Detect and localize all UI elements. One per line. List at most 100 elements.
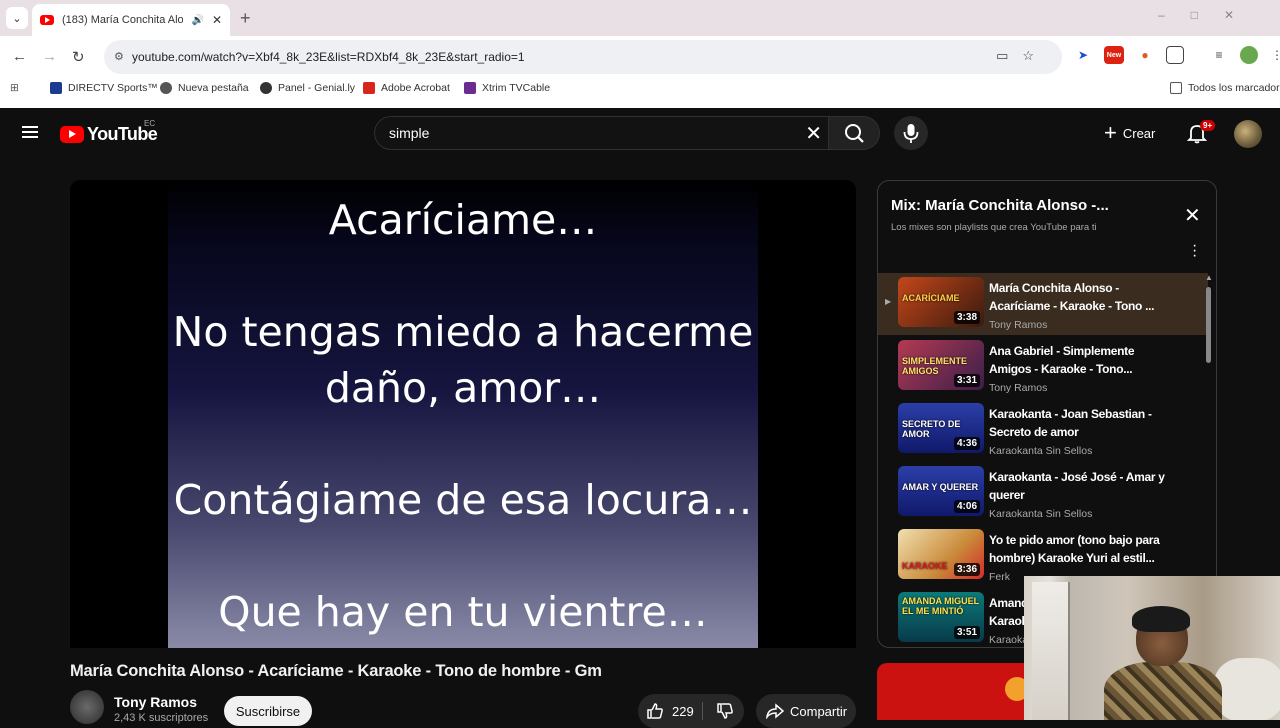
subscribe-button[interactable]: Suscribirse — [224, 696, 312, 726]
webcam-overlay — [1024, 576, 1280, 720]
bookmark-xtrim[interactable]: Xtrim TVCable — [464, 82, 550, 94]
scrollbar-thumb[interactable] — [1206, 287, 1211, 363]
bookmark-genially[interactable]: Panel - Genial.ly — [260, 82, 355, 94]
item-channel: Karaokanta Sin Sellos — [989, 508, 1093, 520]
more-options-icon[interactable]: · · · — [1192, 238, 1197, 264]
channel-name[interactable]: Tony Ramos — [114, 694, 197, 710]
bookmark-label: Adobe Acrobat — [381, 82, 450, 94]
acrobat-icon — [363, 82, 375, 94]
playlist-item[interactable]: SIMPLEMENTE AMIGOS 3:31 Ana Gabriel - Si… — [878, 336, 1208, 398]
karaoke-slide: Acaríciame… No tengas miedo a hacerme da… — [168, 180, 758, 648]
omnibox-actions[interactable]: ▭☆ — [996, 48, 1048, 64]
thumbs-down-icon[interactable] — [716, 702, 734, 720]
duration-badge: 3:51 — [953, 626, 980, 639]
webcam-window-frame — [1032, 582, 1070, 720]
video-thumbnail[interactable]: ACARÍCIAME 3:38 — [898, 277, 984, 327]
item-title: Yo te pido amor (tono bajo para hombre) … — [989, 533, 1160, 565]
thumbnail-text: ACARÍCIAME — [902, 293, 960, 303]
playlist-item[interactable]: AMAR Y QUERER 4:06 Karaokanta - José Jos… — [878, 462, 1208, 524]
like-dislike-group: 229 — [638, 694, 744, 728]
thumbs-up-icon[interactable] — [646, 702, 664, 720]
address-bar[interactable]: ⚙ youtube.com/watch?v=Xbf4_8k_23E&list=R… — [104, 40, 1062, 74]
webcam-person-cap — [1132, 606, 1190, 632]
all-bookmarks[interactable]: Todos los marcadores — [1170, 82, 1280, 94]
video-thumbnail[interactable]: SECRETO DE AMOR 4:36 — [898, 403, 984, 453]
lyric-line: Acaríciame… — [328, 196, 598, 244]
item-title: Ana Gabriel - Simplemente Amigos - Karao… — [989, 344, 1135, 376]
playlist-title[interactable]: Mix: María Conchita Alonso -... — [891, 197, 1109, 214]
tab-close-icon[interactable]: ✕ — [212, 13, 222, 27]
like-count[interactable]: 229 — [672, 704, 694, 719]
menu-hamburger-icon[interactable] — [22, 126, 38, 138]
share-arrow-icon — [766, 703, 784, 719]
plus-icon: + — [1104, 120, 1117, 145]
video-player[interactable]: Acaríciame… No tengas miedo a hacerme da… — [70, 180, 856, 648]
browser-menu-icon[interactable]: ⋮ — [1268, 46, 1280, 64]
apps-grid-icon[interactable]: ⊞ — [10, 82, 19, 94]
share-label: Compartir — [790, 703, 848, 719]
video-thumbnail[interactable]: SIMPLEMENTE AMIGOS 3:31 — [898, 340, 984, 390]
video-thumbnail[interactable]: AMANDA MIGUEL EL ME MINTIÓ 3:51 — [898, 592, 984, 642]
search-input[interactable]: simple ✕ — [374, 116, 828, 150]
back-arrow-icon[interactable]: ← — [12, 48, 27, 65]
chrome-divider — [0, 100, 1280, 108]
reload-icon[interactable]: ↻ — [72, 48, 85, 66]
voice-search-button[interactable] — [894, 116, 928, 150]
bookmark-directv[interactable]: DIRECTV Sports™ — [50, 82, 158, 94]
channel-avatar[interactable] — [70, 690, 104, 724]
promo-card[interactable] — [877, 663, 1037, 720]
item-title: Karaokanta - José José - Amar y querer — [989, 470, 1165, 502]
media-control-icon[interactable]: ≡ — [1210, 46, 1228, 64]
video-thumbnail[interactable]: KARAOKE 3:36 — [898, 529, 984, 579]
close-playlist-icon[interactable]: ✕ — [1184, 203, 1201, 228]
lyric-line: Contágiame de esa locura… — [173, 476, 753, 524]
bookmark-nueva-pestana[interactable]: Nueva pestaña — [160, 82, 249, 94]
item-channel: Tony Ramos — [989, 319, 1048, 331]
youtube-logo[interactable]: YouTube EC — [60, 119, 158, 145]
youtube-play-logo-icon — [60, 126, 84, 143]
folder-icon — [1170, 82, 1182, 94]
item-title: Karaokanta - Joan Sebastian - Secreto de… — [989, 407, 1152, 439]
profile-avatar-icon[interactable] — [1240, 46, 1258, 64]
item-channel: Ferk — [989, 571, 1010, 583]
extensions-puzzle-icon[interactable] — [1166, 46, 1184, 64]
browser-tab-active[interactable]: (183) María Conchita Alonso 🔊 ✕ — [32, 4, 230, 36]
account-avatar[interactable] — [1234, 120, 1262, 148]
thumbnail-text: SECRETO DE AMOR — [902, 419, 961, 439]
webcam-person-body — [1104, 662, 1222, 720]
webcam-background-object — [1214, 658, 1280, 720]
now-playing-icon: ▶ — [885, 297, 892, 306]
duration-badge: 3:38 — [953, 311, 980, 324]
window-controls[interactable]: –□✕ — [1158, 8, 1260, 22]
thumbnail-text: SIMPLEMENTE AMIGOS — [902, 356, 968, 376]
extension-flame-icon[interactable]: ● — [1136, 46, 1154, 64]
item-channel: Karaokanta Sin Sellos — [989, 445, 1093, 457]
playlist-subtitle: Los mixes son playlists que crea YouTube… — [891, 222, 1097, 233]
search-button[interactable] — [828, 116, 880, 150]
create-button[interactable]: + Crear — [1104, 116, 1168, 150]
speaker-icon[interactable]: 🔊 — [191, 15, 203, 26]
youtube-header: YouTube EC simple ✕ + Crear — [0, 108, 1280, 160]
site-info-icon[interactable]: ⚙ — [114, 50, 124, 63]
extension-new-icon[interactable]: New — [1104, 46, 1124, 64]
scroll-up-icon[interactable]: ▲ — [1205, 273, 1213, 282]
playlist-item[interactable]: SECRETO DE AMOR 4:36 Karaokanta - Joan S… — [878, 399, 1208, 461]
duration-badge: 3:31 — [953, 374, 980, 387]
bookmark-label: Xtrim TVCable — [482, 82, 551, 94]
search-icon — [845, 124, 864, 143]
playlist-item[interactable]: ▶ ACARÍCIAME 3:38 María Conchita Alonso … — [878, 273, 1208, 335]
tab-search-dropdown[interactable]: ⌄ — [6, 7, 28, 29]
lyric-line: No tengas miedo a hacerme — [172, 308, 754, 356]
thumbnail-text: AMANDA MIGUEL EL ME MINTIÓ — [902, 596, 979, 616]
bookmark-adobe-acrobat[interactable]: Adobe Acrobat — [363, 82, 450, 94]
new-tab-button[interactable]: + — [240, 8, 251, 29]
share-button[interactable]: Compartir — [756, 694, 856, 728]
thumbnail-text: AMAR Y QUERER — [902, 482, 979, 492]
forward-arrow-icon[interactable]: → — [42, 48, 57, 65]
bookmark-label: Nueva pestaña — [178, 82, 249, 94]
browser-tab-strip: ⌄ (183) María Conchita Alonso 🔊 ✕ + –□✕ — [0, 0, 1280, 36]
address-url: youtube.com/watch?v=Xbf4_8k_23E&list=RDX… — [132, 50, 525, 64]
extension-cursor-icon[interactable]: ➤ — [1074, 46, 1092, 64]
clear-search-icon[interactable]: ✕ — [805, 121, 822, 146]
video-thumbnail[interactable]: AMAR Y QUERER 4:06 — [898, 466, 984, 516]
